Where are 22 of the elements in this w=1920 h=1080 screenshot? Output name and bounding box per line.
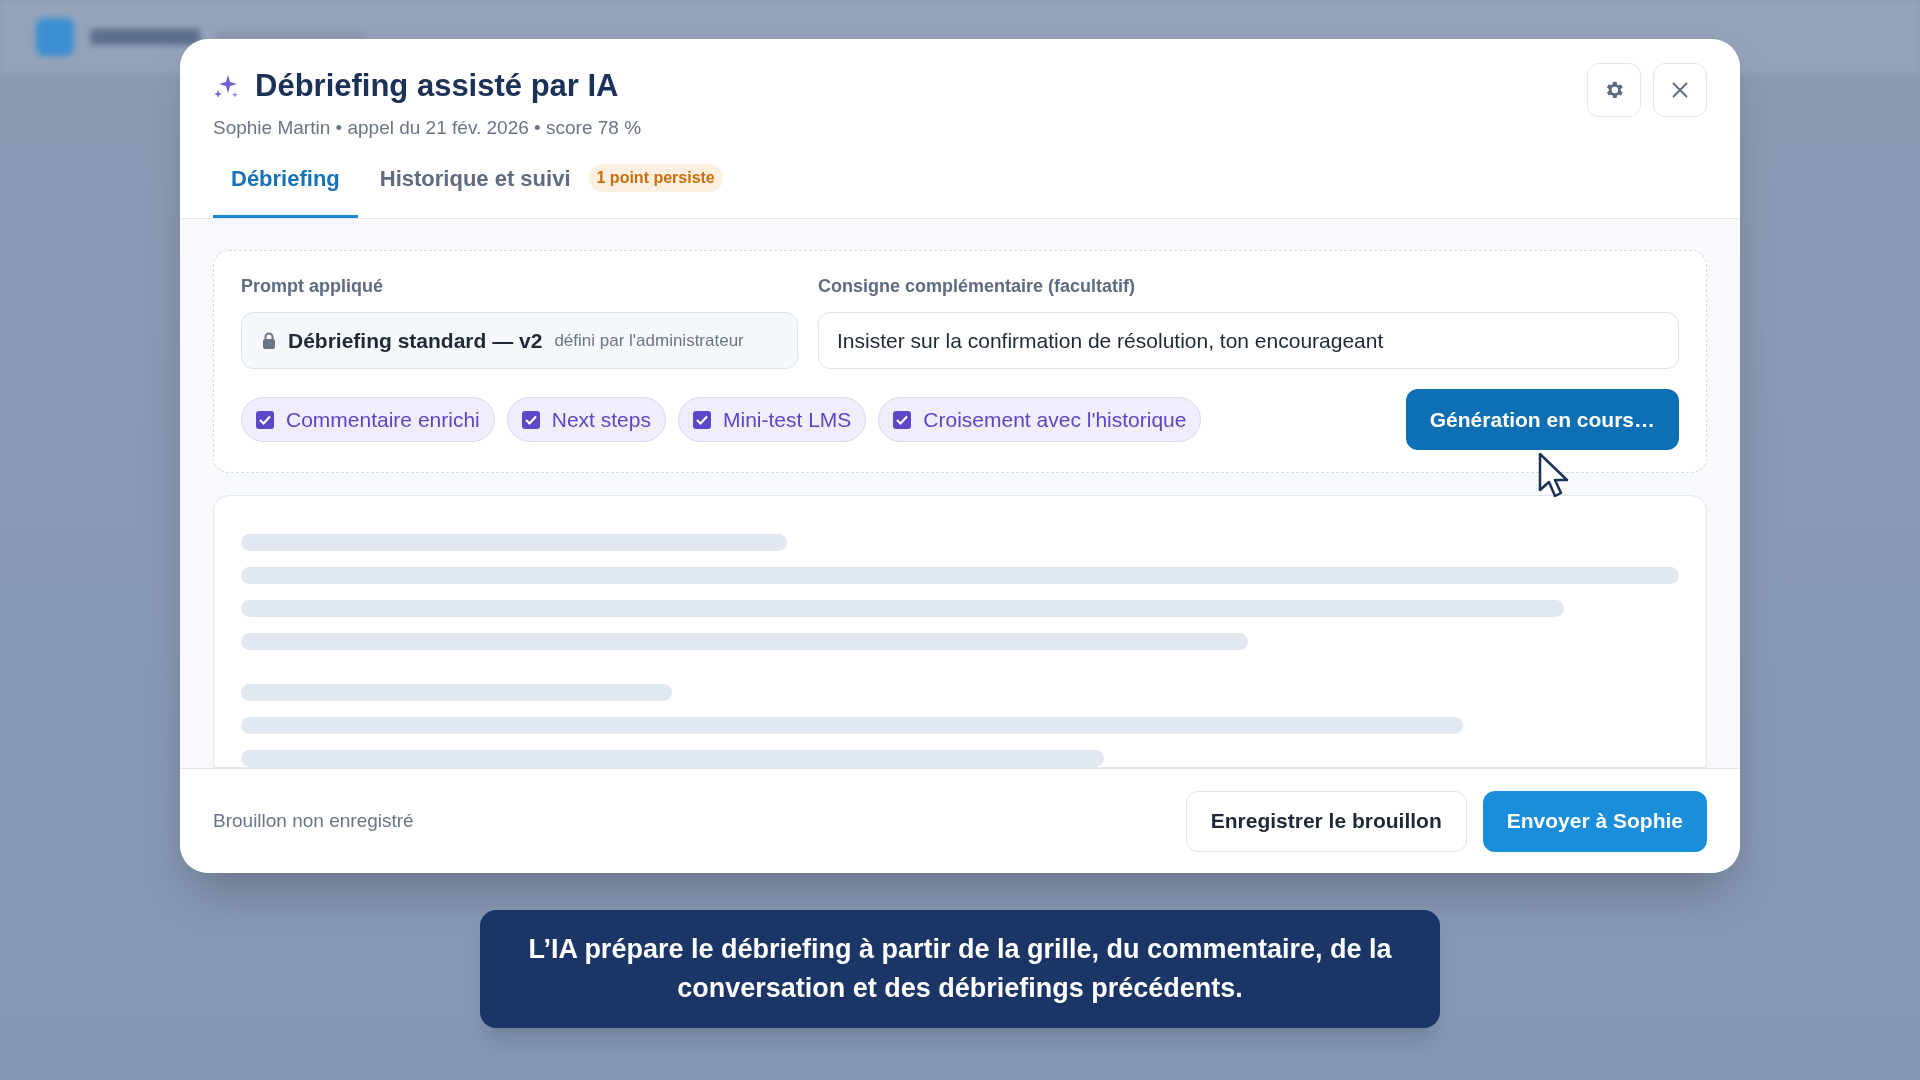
close-button[interactable] <box>1653 63 1707 117</box>
send-button[interactable]: Envoyer à Sophie <box>1482 790 1707 852</box>
option-chip[interactable]: Croisement avec l'historique <box>878 397 1202 442</box>
dialog-title: Débriefing assisté par IA <box>255 67 619 105</box>
field-label: Prompt appliqué <box>241 275 384 298</box>
caption: L’IA prépare le débriefing à partir de la grille, du commentaire, de la conversation et des débriefings précédents. <box>480 910 1440 1028</box>
draft-status: Brouillon non enregistré <box>213 808 414 833</box>
dialog-subtitle: Sophie Martin • appel du 21 fév. 2026 • score 78 % <box>213 115 642 140</box>
prompt-name: Débriefing standard — v2 <box>288 327 543 354</box>
app-logo-icon <box>36 18 74 56</box>
field-label: Consigne complémentaire (facultatif) <box>818 275 1137 298</box>
lock-icon <box>262 332 276 349</box>
tab[interactable]: Historique et suivi <box>361 158 589 218</box>
close-icon <box>1671 81 1689 99</box>
option-chip[interactable]: Commentaire enrichi <box>241 397 495 442</box>
save-draft-button[interactable]: Enregistrer le brouillon <box>1185 790 1467 852</box>
tab-badge: 1 point persiste <box>588 164 723 192</box>
option-chip[interactable]: Mini-test LMS <box>677 397 867 442</box>
prompt-note: défini par l'administrateur <box>554 329 744 352</box>
option-chip[interactable]: Next steps <box>506 397 666 442</box>
instruction-field[interactable]: Insister sur la confirmation de résolution, ton encourageant <box>818 312 1679 369</box>
settings-button[interactable] <box>1587 63 1641 117</box>
